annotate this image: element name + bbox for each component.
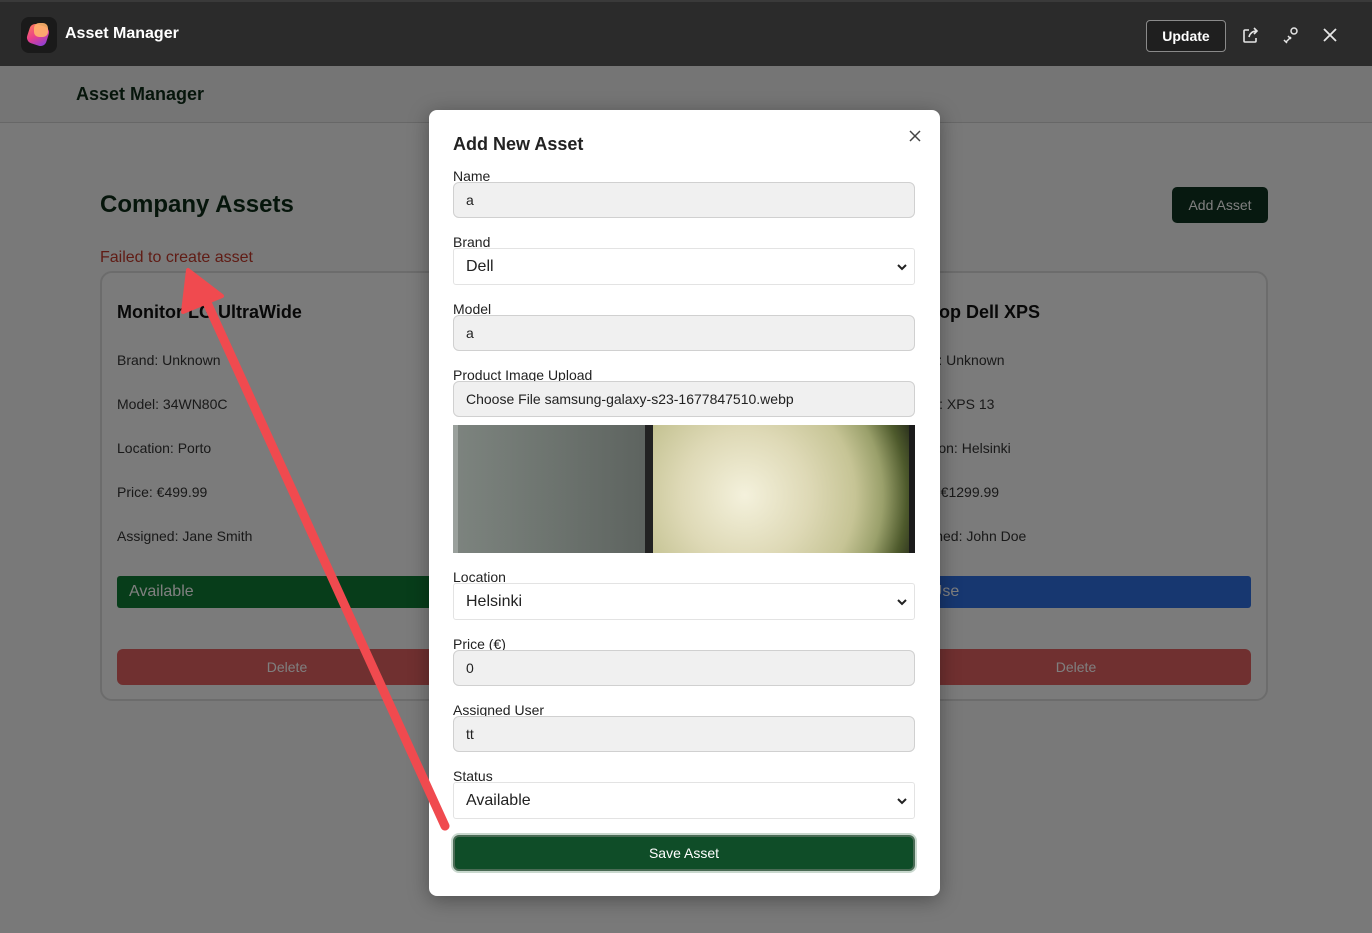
location-select[interactable]: Helsinki <box>453 583 915 620</box>
app-logo-icon <box>21 17 57 53</box>
image-upload-input[interactable]: Choose File samsung-galaxy-s23-167784751… <box>453 381 915 417</box>
close-icon[interactable] <box>1319 24 1341 46</box>
chevron-down-icon <box>897 798 907 805</box>
update-button[interactable]: Update <box>1146 20 1226 52</box>
brand-select[interactable]: Dell <box>453 248 915 285</box>
window-titlebar: Asset Manager Update <box>0 0 1372 66</box>
modal-close-button[interactable] <box>905 126 925 146</box>
choose-file-button[interactable]: Choose File <box>466 391 545 407</box>
add-asset-modal: Add New Asset Name Brand Dell Model Prod… <box>429 110 940 896</box>
image-preview <box>453 425 915 553</box>
save-asset-button[interactable]: Save Asset <box>453 835 915 871</box>
status-select-value: Available <box>466 792 531 809</box>
price-input[interactable] <box>453 650 915 686</box>
name-input[interactable] <box>453 182 915 218</box>
location-select-value: Helsinki <box>466 593 523 610</box>
assigned-user-input[interactable] <box>453 716 915 752</box>
brand-select-value: Dell <box>466 258 494 275</box>
modal-title: Add New Asset <box>453 134 584 154</box>
chevron-down-icon <box>897 264 907 271</box>
share-icon[interactable] <box>1240 24 1262 46</box>
status-select[interactable]: Available <box>453 782 915 819</box>
app-title: Asset Manager <box>65 25 179 42</box>
chevron-down-icon <box>897 599 907 606</box>
close-icon <box>909 130 921 142</box>
model-input[interactable] <box>453 315 915 351</box>
link-settings-icon[interactable] <box>1280 24 1302 46</box>
file-name: samsung-galaxy-s23-1677847510.webp <box>544 391 794 407</box>
